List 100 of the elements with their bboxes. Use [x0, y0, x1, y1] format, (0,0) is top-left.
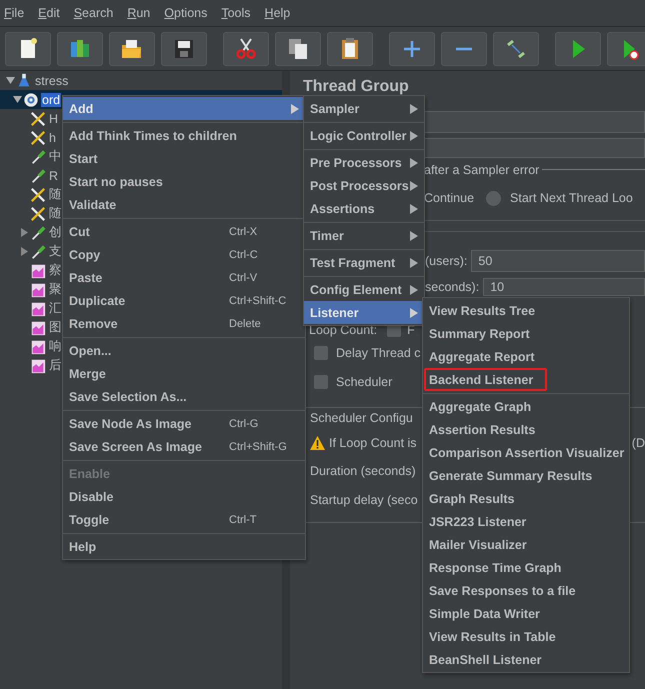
tree-item[interactable]: R — [48, 168, 60, 182]
menu-item[interactable]: Graph Results — [423, 487, 629, 510]
menu-item[interactable]: Save Responses to a file — [423, 579, 629, 602]
menu-item[interactable]: Response Time Graph — [423, 556, 629, 579]
menu-item[interactable]: View Results Tree — [423, 299, 629, 322]
menu-item[interactable]: Post Processors — [304, 174, 424, 197]
toolbar-button[interactable] — [5, 32, 51, 66]
menu-item[interactable]: JSR223 Listener — [423, 510, 629, 533]
menu-item[interactable]: Assertion Results — [423, 418, 629, 441]
menu-item[interactable]: Open... — [63, 339, 305, 362]
menu-item[interactable]: Aggregate Report — [423, 345, 629, 368]
tree-item[interactable]: h — [48, 130, 57, 144]
wrench-screwdriver-icon — [30, 110, 46, 126]
checkbox[interactable] — [314, 375, 328, 389]
warning-icon — [310, 436, 325, 450]
menu-item[interactable]: Add — [63, 97, 305, 120]
graph-icon — [30, 338, 46, 354]
menu-item[interactable]: Test Fragment — [304, 251, 424, 274]
menu-item[interactable]: Simple Data Writer — [423, 602, 629, 625]
graph-icon — [30, 320, 46, 336]
field-label: Duration (seconds) — [310, 464, 416, 478]
tree-item[interactable]: 随 — [48, 205, 63, 222]
input-field[interactable]: 50 — [471, 250, 645, 272]
tree-item[interactable]: 察 — [48, 262, 63, 279]
toolbar-button[interactable] — [607, 32, 645, 66]
checkbox[interactable] — [314, 346, 328, 360]
tree-item[interactable]: stress — [34, 74, 70, 88]
menu-title[interactable]: Edit — [38, 6, 60, 20]
menu-item[interactable]: Duplicate Ctrl+Shift-C — [63, 289, 305, 312]
menu-item[interactable]: Save Screen As Image Ctrl+Shift-G — [63, 435, 305, 458]
menu-item[interactable]: Listener — [304, 301, 424, 324]
menu-item[interactable]: Timer — [304, 224, 424, 247]
radio-label[interactable]: Start Next Thread Loo — [510, 191, 633, 205]
menu-item[interactable]: BeanShell Listener — [423, 648, 629, 671]
menu-item[interactable]: Save Selection As... — [63, 385, 305, 408]
menu-item[interactable]: View Results in Table — [423, 625, 629, 648]
menu-title[interactable]: Help — [264, 6, 290, 20]
menu-item[interactable]: Validate — [63, 193, 305, 216]
shortcut-text: Ctrl-V — [229, 272, 258, 284]
shortcut-text: Ctrl-C — [229, 248, 259, 260]
expanded-arrow-icon[interactable] — [12, 95, 22, 104]
tree-item[interactable]: 图 — [48, 319, 63, 336]
checkbox-label[interactable]: Scheduler — [336, 375, 392, 389]
expanded-arrow-icon[interactable] — [6, 76, 14, 85]
menu-item[interactable]: Sampler — [304, 97, 424, 120]
menu-title[interactable]: Search — [74, 6, 114, 20]
warning-text: If Loop Count is — [329, 436, 417, 450]
menu-item[interactable]: Cut Ctrl-X — [63, 220, 305, 243]
menu-item[interactable]: Comparison Assertion Visualizer — [423, 441, 629, 464]
menu-title[interactable]: File — [4, 6, 24, 20]
menu-item[interactable]: Logic Controller — [304, 124, 424, 147]
menu-title[interactable]: Options — [164, 6, 208, 20]
radio-button[interactable] — [486, 190, 502, 206]
tree-item[interactable]: 支 — [48, 243, 63, 260]
menu-item[interactable]: Summary Report — [423, 322, 629, 345]
menu-item[interactable]: Disable — [63, 485, 305, 508]
radio-label[interactable]: Continue — [424, 191, 474, 205]
toolbar-button[interactable] — [223, 32, 269, 66]
checkbox-label[interactable]: Delay Thread c — [336, 346, 421, 360]
menu-item[interactable]: Merge — [63, 362, 305, 385]
pipette-icon — [30, 244, 46, 260]
menu-item[interactable]: Start no pauses — [63, 170, 305, 193]
tree-item[interactable]: H — [48, 112, 60, 126]
gear-icon — [23, 92, 39, 108]
menu-item[interactable]: Mailer Visualizer — [423, 533, 629, 556]
menu-item[interactable]: Remove Delete — [63, 312, 305, 335]
tree-item[interactable]: ord — [41, 92, 62, 106]
menu-item[interactable]: Generate Summary Results — [423, 464, 629, 487]
menu-item[interactable]: Config Element — [304, 278, 424, 301]
toolbar-button[interactable] — [161, 32, 207, 66]
tree-item[interactable]: 创 — [48, 224, 63, 241]
tree-item[interactable]: 后 — [48, 357, 63, 374]
menu-item[interactable]: Paste Ctrl-V — [63, 266, 305, 289]
menu-item[interactable]: Backend Listener — [423, 368, 629, 391]
menu-item[interactable]: Assertions — [304, 197, 424, 220]
menu-item[interactable]: Aggregate Graph — [423, 395, 629, 418]
menu-item[interactable]: Start — [63, 147, 305, 170]
menu-item[interactable]: Add Think Times to children — [63, 124, 305, 147]
shortcut-text: Ctrl-T — [229, 514, 258, 526]
menu-item[interactable]: Pre Processors — [304, 151, 424, 174]
tree-item[interactable]: 响 — [48, 338, 63, 355]
field-label: (users): — [425, 254, 468, 268]
tree-item[interactable]: 中 — [48, 148, 63, 165]
collapsed-arrow-icon[interactable] — [20, 247, 28, 256]
menu-item[interactable]: Help — [63, 535, 305, 558]
menu-item[interactable]: Toggle Ctrl-T — [63, 508, 305, 531]
menu-title[interactable]: Run — [127, 6, 150, 20]
tree-item[interactable]: 聚 — [48, 281, 63, 298]
tree-item[interactable]: 汇 — [48, 300, 63, 317]
toolbar-button[interactable] — [275, 32, 321, 66]
collapsed-arrow-icon[interactable] — [20, 228, 28, 237]
field-label: seconds): — [425, 280, 480, 294]
input-field[interactable]: 10 — [483, 278, 645, 296]
menu-title[interactable]: Tools — [221, 6, 251, 20]
tree-item[interactable]: 随 — [48, 186, 63, 203]
toolbar-button[interactable] — [109, 32, 155, 66]
wrench-screwdriver-icon — [30, 186, 46, 202]
toolbar-button[interactable] — [327, 32, 373, 66]
menu-item[interactable]: Copy Ctrl-C — [63, 243, 305, 266]
menu-item[interactable]: Save Node As Image Ctrl-G — [63, 412, 305, 435]
